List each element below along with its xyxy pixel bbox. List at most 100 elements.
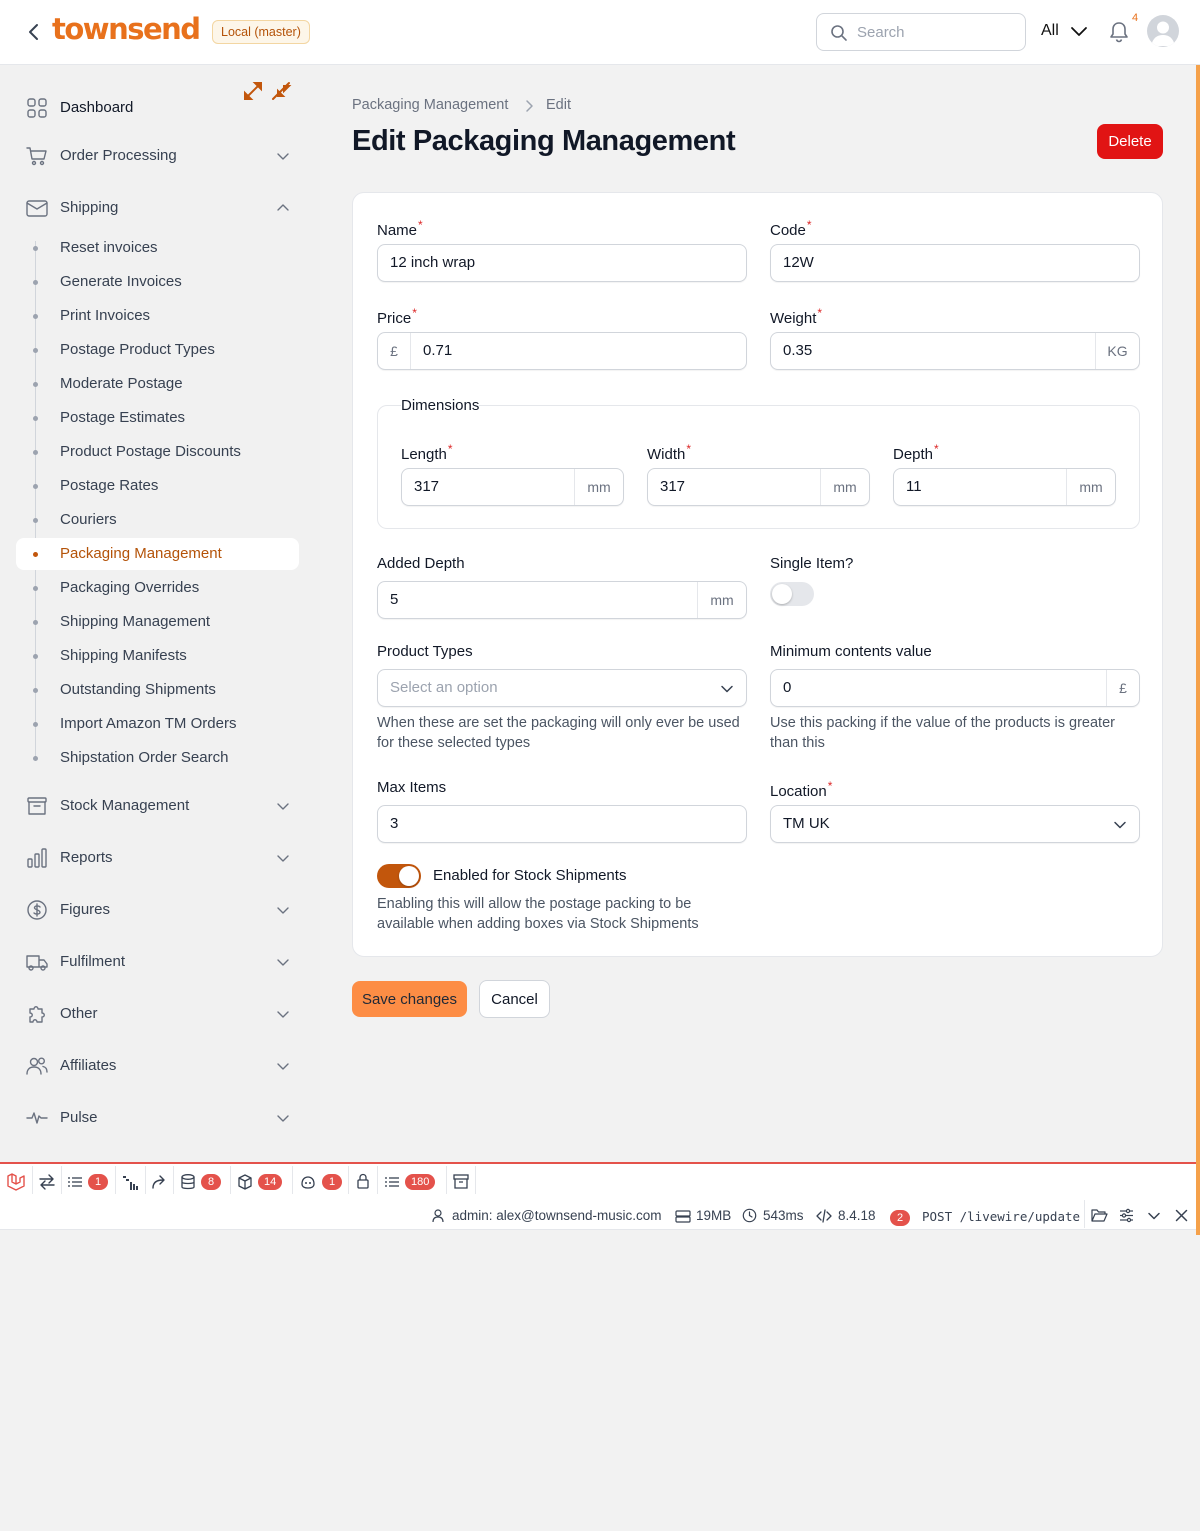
sidebar-item-postage-estimates[interactable]: Postage Estimates: [60, 407, 185, 429]
share-arrow-icon[interactable]: [151, 1174, 167, 1190]
debug-bar-status: admin: alex@townsend-music.com 19MB 543m…: [0, 1200, 1196, 1230]
min-contents-value-label: Minimum contents value: [770, 643, 932, 660]
single-item-toggle[interactable]: [770, 582, 814, 606]
breadcrumb-packaging-management[interactable]: Packaging Management: [352, 97, 508, 113]
sidebar-item-print-invoices[interactable]: Print Invoices: [60, 305, 150, 327]
sidebar-item-shipping-manifests[interactable]: Shipping Manifests: [60, 645, 187, 667]
dollar-icon: [27, 900, 47, 920]
width-unit-suffix: mm: [820, 469, 869, 505]
events-tab[interactable]: 180: [385, 1172, 436, 1192]
sidebar-item-packaging-overrides[interactable]: Packaging Overrides: [60, 577, 199, 599]
clock-icon: [742, 1208, 757, 1223]
sidebar-item-shipstation-order-search[interactable]: Shipstation Order Search: [60, 747, 228, 769]
messages-count-badge: 1: [88, 1174, 108, 1190]
length-value: 317: [414, 478, 440, 495]
price-label: Price*: [377, 306, 417, 327]
collapse-sidebar-icon[interactable]: [242, 79, 292, 103]
laravel-logo-icon[interactable]: [6, 1172, 26, 1192]
location-select[interactable]: TM UK: [770, 805, 1140, 843]
max-items-field[interactable]: 3: [377, 805, 747, 843]
cancel-button[interactable]: Cancel: [479, 980, 550, 1018]
search-scope-select[interactable]: All: [1041, 22, 1059, 40]
tree-dot: [33, 382, 38, 387]
tree-dot: [33, 620, 38, 625]
stock-shipments-toggle[interactable]: [377, 864, 421, 888]
sidebar-item-import-amazon-tm-orders[interactable]: Import Amazon TM Orders: [60, 713, 236, 735]
code-label: Code*: [770, 218, 812, 239]
tree-dot: [33, 484, 38, 489]
queries-count-badge: 8: [201, 1174, 221, 1190]
delete-button[interactable]: Delete: [1097, 124, 1163, 159]
chevron-up-icon[interactable]: [276, 201, 290, 215]
chevron-down-icon[interactable]: [276, 903, 290, 917]
chevron-down-icon[interactable]: [276, 955, 290, 969]
depth-value: 11: [906, 478, 922, 495]
tree-dot: [33, 586, 38, 591]
back-arrow-icon[interactable]: [24, 20, 44, 44]
weight-field[interactable]: 0.35 KG: [770, 332, 1140, 370]
list-icon: [68, 1177, 82, 1187]
folder-open-icon[interactable]: [1091, 1208, 1108, 1223]
length-field[interactable]: 317 mm: [401, 468, 624, 506]
depth-field[interactable]: 11 mm: [893, 468, 1116, 506]
added-depth-field[interactable]: 5 mm: [377, 581, 747, 619]
notifications-bell-icon[interactable]: [1108, 20, 1130, 44]
stock-shipments-label: Enabled for Stock Shipments: [433, 867, 627, 884]
truck-icon: [26, 955, 48, 971]
brand-logo[interactable]: townsend: [52, 12, 201, 46]
page-scrollbar[interactable]: [1196, 65, 1200, 1235]
models-tab[interactable]: 14: [238, 1172, 283, 1192]
sidebar-item-reset-invoices[interactable]: Reset invoices: [60, 237, 158, 259]
sidebar-item-generate-invoices[interactable]: Generate Invoices: [60, 271, 182, 293]
sidebar-item-postage-rates[interactable]: Postage Rates: [60, 475, 158, 497]
close-icon[interactable]: [1175, 1209, 1188, 1222]
events-count-badge: 180: [405, 1174, 436, 1190]
settings-sliders-icon[interactable]: [1119, 1208, 1134, 1223]
user-avatar[interactable]: [1147, 15, 1179, 47]
search-input[interactable]: [857, 22, 1017, 42]
chevron-down-icon[interactable]: [276, 149, 290, 163]
name-value: 12 inch wrap: [390, 254, 476, 271]
sidebar-item-packaging-management[interactable]: Packaging Management: [60, 543, 222, 565]
sidebar-item-outstanding-shipments[interactable]: Outstanding Shipments: [60, 679, 216, 701]
product-types-select[interactable]: Select an option: [377, 669, 747, 707]
chevron-down-icon[interactable]: [276, 1007, 290, 1021]
chevron-down-icon[interactable]: [1147, 1209, 1161, 1223]
messages-tab[interactable]: 1: [68, 1172, 108, 1192]
sidebar-group-label: Figures: [60, 901, 111, 918]
min-contents-value-field[interactable]: 0 £: [770, 669, 1140, 707]
debug-memory: 19MB: [696, 1208, 732, 1223]
chevron-down-icon[interactable]: [276, 1111, 290, 1125]
sidebar-item-product-postage-discounts[interactable]: Product Postage Discounts: [60, 441, 241, 463]
user-avatar-icon: [1151, 21, 1175, 46]
price-field[interactable]: £ 0.71: [377, 332, 747, 370]
archive-box-icon[interactable]: [453, 1174, 469, 1189]
chevron-down-icon[interactable]: [1069, 22, 1089, 42]
toggle-knob: [399, 866, 419, 886]
name-field[interactable]: 12 inch wrap: [377, 244, 747, 282]
sidebar-item-shipping-management[interactable]: Shipping Management: [60, 611, 210, 633]
global-search[interactable]: [816, 13, 1026, 51]
queries-tab[interactable]: 8: [181, 1172, 221, 1192]
save-changes-button[interactable]: Save changes: [352, 981, 467, 1017]
lock-icon[interactable]: [356, 1173, 370, 1190]
arrows-exchange-icon[interactable]: [38, 1174, 56, 1190]
weight-unit-suffix: KG: [1095, 333, 1139, 369]
request-count-badge[interactable]: 2: [890, 1210, 910, 1226]
sidebar-group-label: Reports: [60, 849, 113, 866]
dimensions-fieldset: [377, 405, 1140, 529]
stock-shipments-help: Enabling this will allow the postage pac…: [377, 896, 699, 932]
sidebar-item-moderate-postage[interactable]: Moderate Postage: [60, 373, 183, 395]
sidebar-item-couriers[interactable]: Couriers: [60, 509, 117, 531]
chevron-down-icon[interactable]: [276, 851, 290, 865]
chevron-down-icon[interactable]: [276, 1059, 290, 1073]
sidebar-item-postage-product-types[interactable]: Postage Product Types: [60, 339, 215, 361]
code-field[interactable]: 12W: [770, 244, 1140, 282]
tree-dot: [33, 280, 38, 285]
width-field[interactable]: 317 mm: [647, 468, 870, 506]
cube-icon: [238, 1174, 252, 1190]
debug-request[interactable]: POST /livewire/update: [922, 1209, 1080, 1224]
gate-tab[interactable]: 1: [300, 1172, 342, 1192]
timeline-chart-icon[interactable]: [122, 1174, 140, 1190]
chevron-down-icon[interactable]: [276, 799, 290, 813]
